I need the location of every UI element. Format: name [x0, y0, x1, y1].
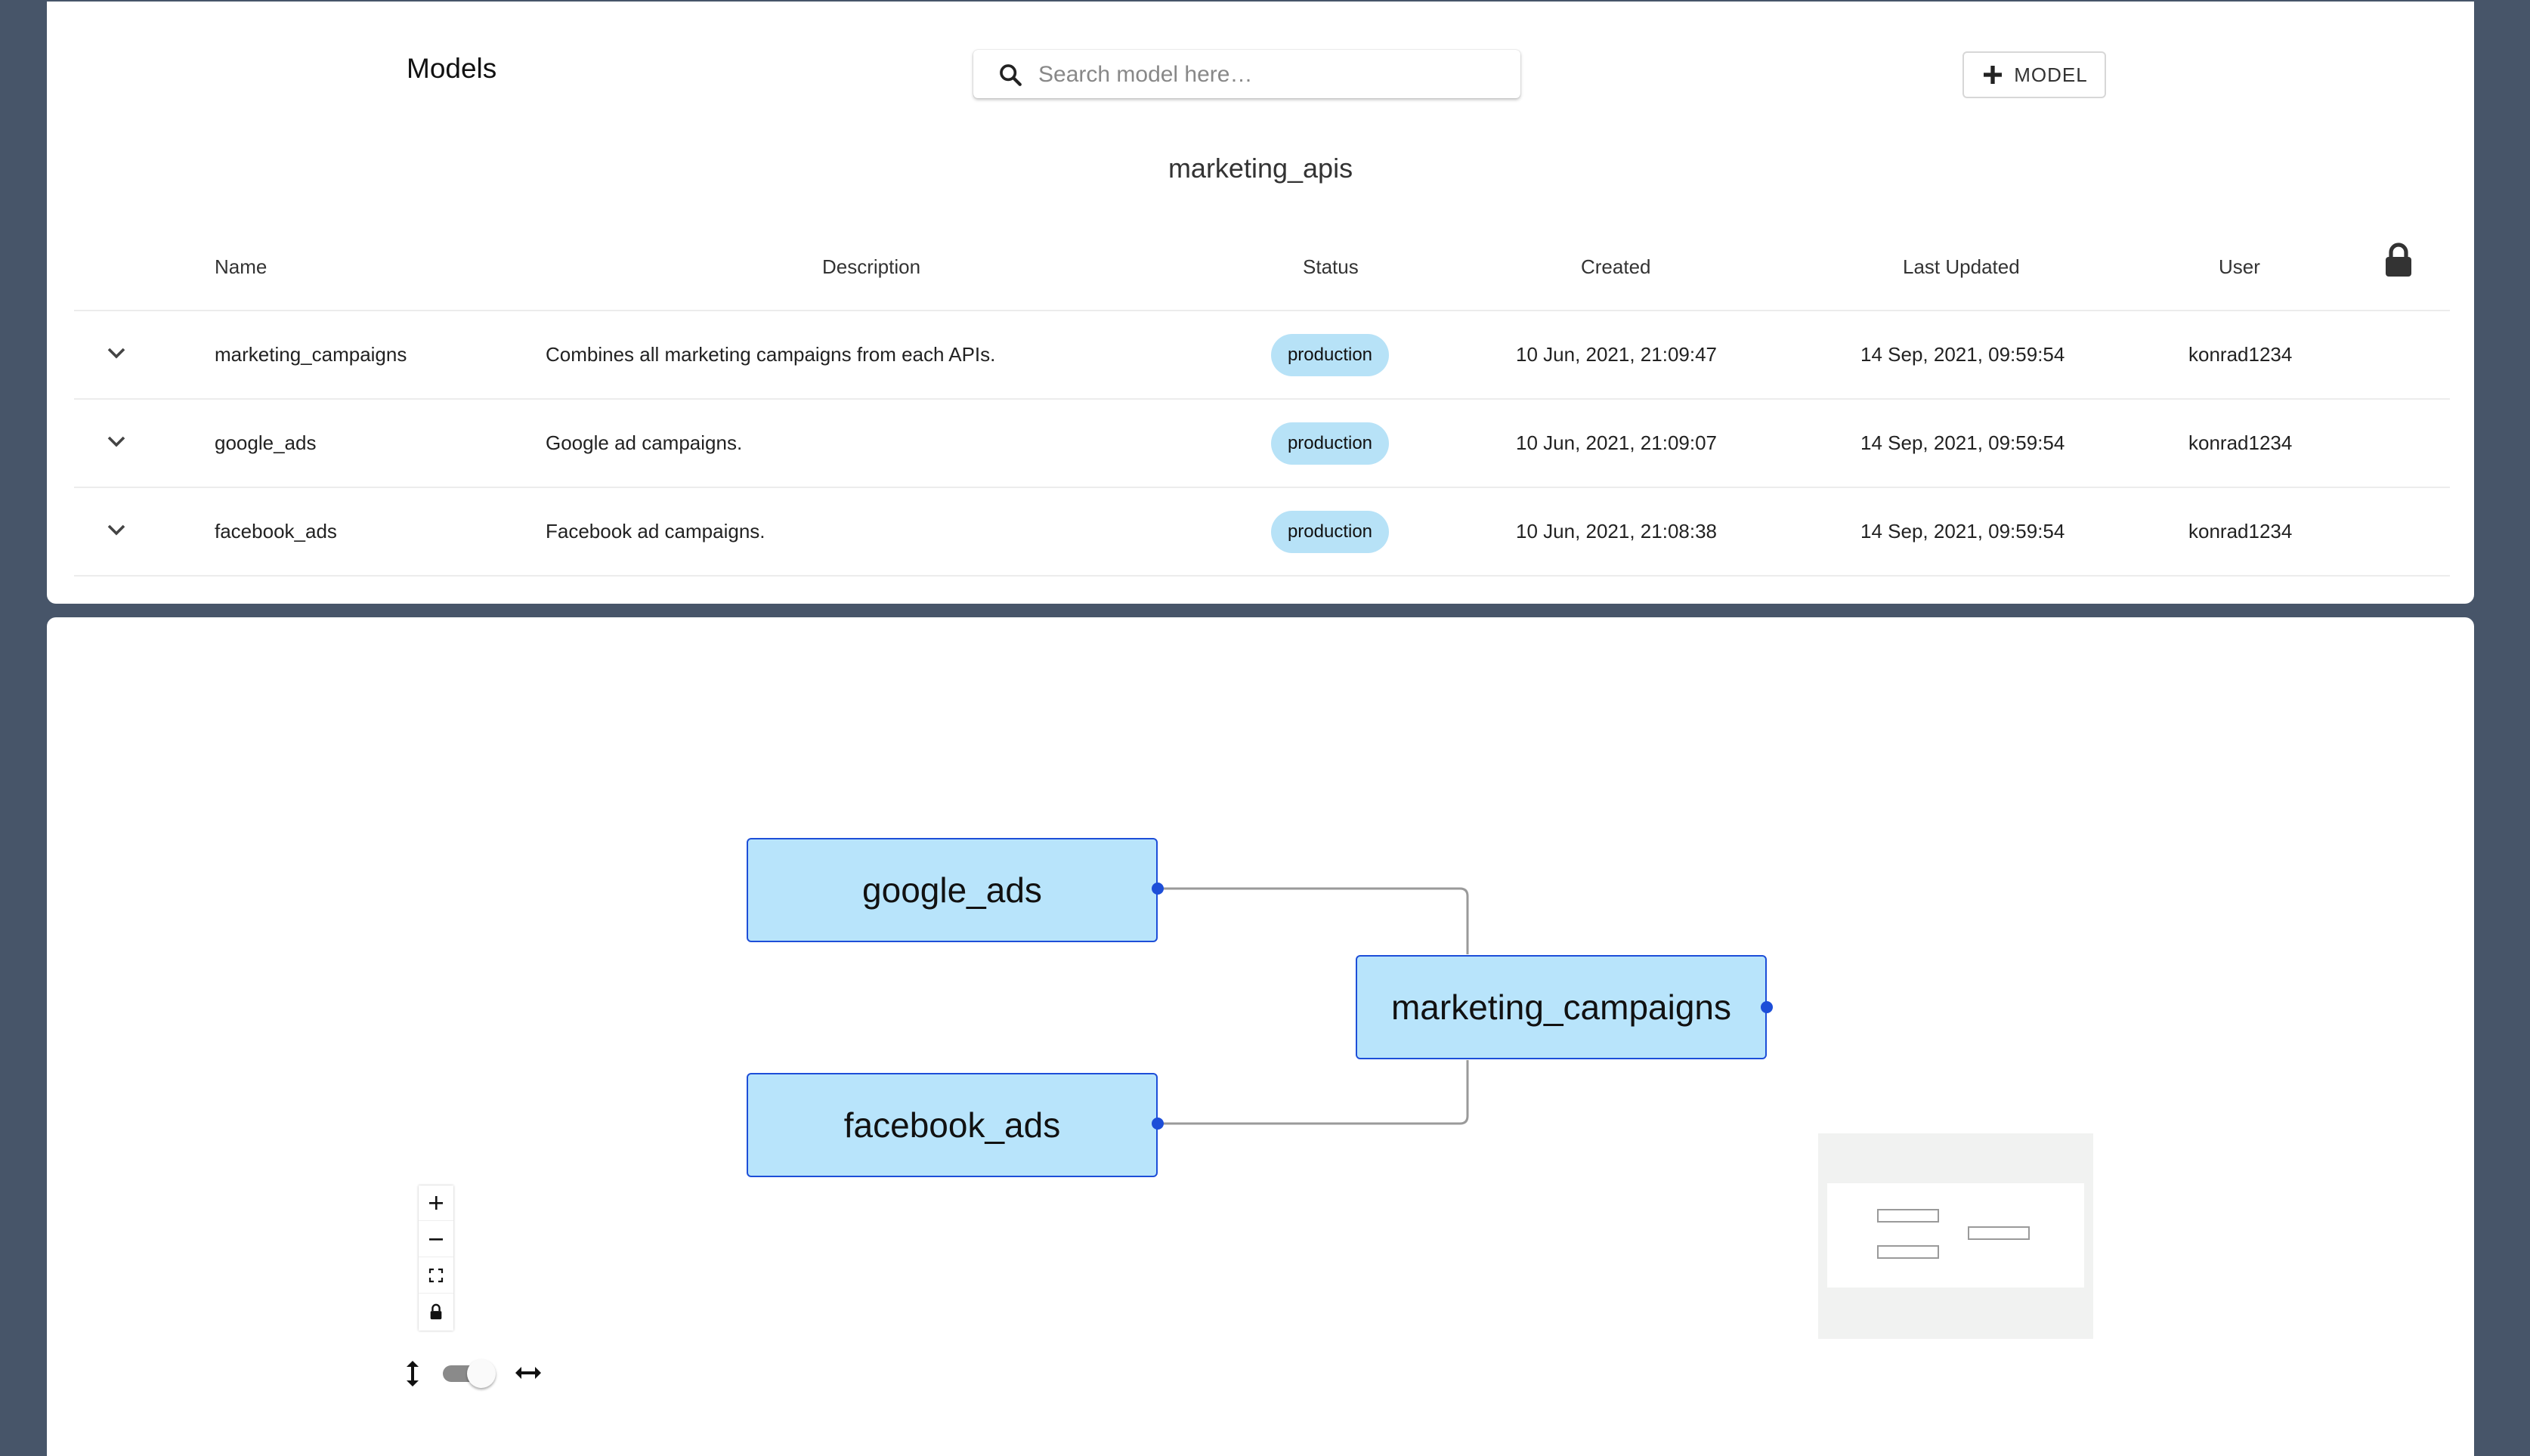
- search-box[interactable]: [973, 50, 1520, 98]
- row-description: Facebook ad campaigns.: [546, 520, 765, 543]
- row-created: 10 Jun, 2021, 21:09:47: [1516, 343, 1718, 366]
- row-name: facebook_ads: [215, 520, 337, 543]
- minimap-node: [1877, 1245, 1939, 1259]
- table-divider: [74, 487, 2450, 488]
- plus-icon: [429, 1196, 443, 1210]
- column-header-user[interactable]: User: [2219, 255, 2260, 279]
- chevron-down-icon[interactable]: [106, 346, 127, 361]
- models-panel: Models MODEL marketing_apis Name Descrip…: [47, 2, 2474, 604]
- minimap-viewport: [1827, 1183, 2084, 1288]
- plus-icon: [1984, 66, 2003, 84]
- graph-controls: [419, 1186, 453, 1331]
- minimap-node: [1968, 1226, 2030, 1240]
- fit-view-icon: [428, 1268, 444, 1283]
- lock-icon: [430, 1303, 442, 1320]
- node-handle[interactable]: [1152, 883, 1164, 895]
- search-input[interactable]: [1037, 56, 1493, 94]
- horizontal-layout-icon: [515, 1367, 541, 1379]
- node-handle[interactable]: [1761, 1001, 1773, 1013]
- graph-edges: [1158, 887, 1469, 1125]
- fit-view-button[interactable]: [419, 1258, 453, 1294]
- row-last-updated: 14 Sep, 2021, 09:59:54: [1860, 343, 2065, 366]
- graph-node-google-ads[interactable]: google_ads: [747, 838, 1158, 942]
- row-last-updated: 14 Sep, 2021, 09:59:54: [1860, 520, 2065, 543]
- table-divider: [74, 575, 2450, 577]
- row-created: 10 Jun, 2021, 21:08:38: [1516, 520, 1718, 543]
- lock-icon[interactable]: [2383, 242, 2414, 278]
- row-user: konrad1234: [2188, 520, 2293, 543]
- column-header-last-updated[interactable]: Last Updated: [1903, 255, 2020, 279]
- row-user: konrad1234: [2188, 431, 2293, 454]
- page-title: Models: [407, 53, 497, 84]
- table-divider: [74, 398, 2450, 400]
- row-description: Combines all marketing campaigns from ea…: [546, 343, 996, 366]
- row-description: Google ad campaigns.: [546, 431, 743, 454]
- column-header-status[interactable]: Status: [1303, 255, 1359, 279]
- graph-node-facebook-ads[interactable]: facebook_ads: [747, 1073, 1158, 1177]
- chevron-down-icon[interactable]: [106, 523, 127, 538]
- row-name: google_ads: [215, 431, 317, 454]
- search-icon: [1000, 64, 1022, 86]
- status-badge: production: [1271, 334, 1389, 376]
- minimap-node: [1877, 1209, 1939, 1223]
- node-handle[interactable]: [1152, 1118, 1164, 1130]
- column-header-name[interactable]: Name: [215, 255, 267, 279]
- chevron-down-icon[interactable]: [106, 434, 127, 450]
- graph-node-marketing-campaigns[interactable]: marketing_campaigns: [1356, 955, 1767, 1059]
- table-divider: [74, 310, 2450, 311]
- status-badge: production: [1271, 511, 1389, 553]
- edge-facebook-to-marketing: [1158, 1060, 1469, 1125]
- row-name: marketing_campaigns: [215, 343, 407, 366]
- project-name: marketing_apis: [1168, 153, 1353, 184]
- minimap[interactable]: [1818, 1133, 2093, 1339]
- row-created: 10 Jun, 2021, 21:09:07: [1516, 431, 1718, 454]
- row-last-updated: 14 Sep, 2021, 09:59:54: [1860, 431, 2065, 454]
- column-header-description[interactable]: Description: [822, 255, 920, 279]
- zoom-in-button[interactable]: [419, 1186, 453, 1221]
- edge-google-to-marketing: [1158, 887, 1469, 954]
- lock-view-button[interactable]: [419, 1294, 453, 1329]
- row-user: konrad1234: [2188, 343, 2293, 366]
- add-model-button[interactable]: MODEL: [1962, 51, 2106, 98]
- status-badge: production: [1271, 422, 1389, 465]
- minus-icon: [429, 1238, 443, 1241]
- zoom-out-button[interactable]: [419, 1222, 453, 1257]
- column-header-created[interactable]: Created: [1581, 255, 1651, 279]
- vertical-layout-icon: [407, 1361, 419, 1386]
- lineage-graph-panel[interactable]: google_ads facebook_ads marketing_campai…: [47, 617, 2474, 1456]
- toggle-knob[interactable]: [467, 1359, 496, 1388]
- add-model-label: MODEL: [2014, 63, 2088, 86]
